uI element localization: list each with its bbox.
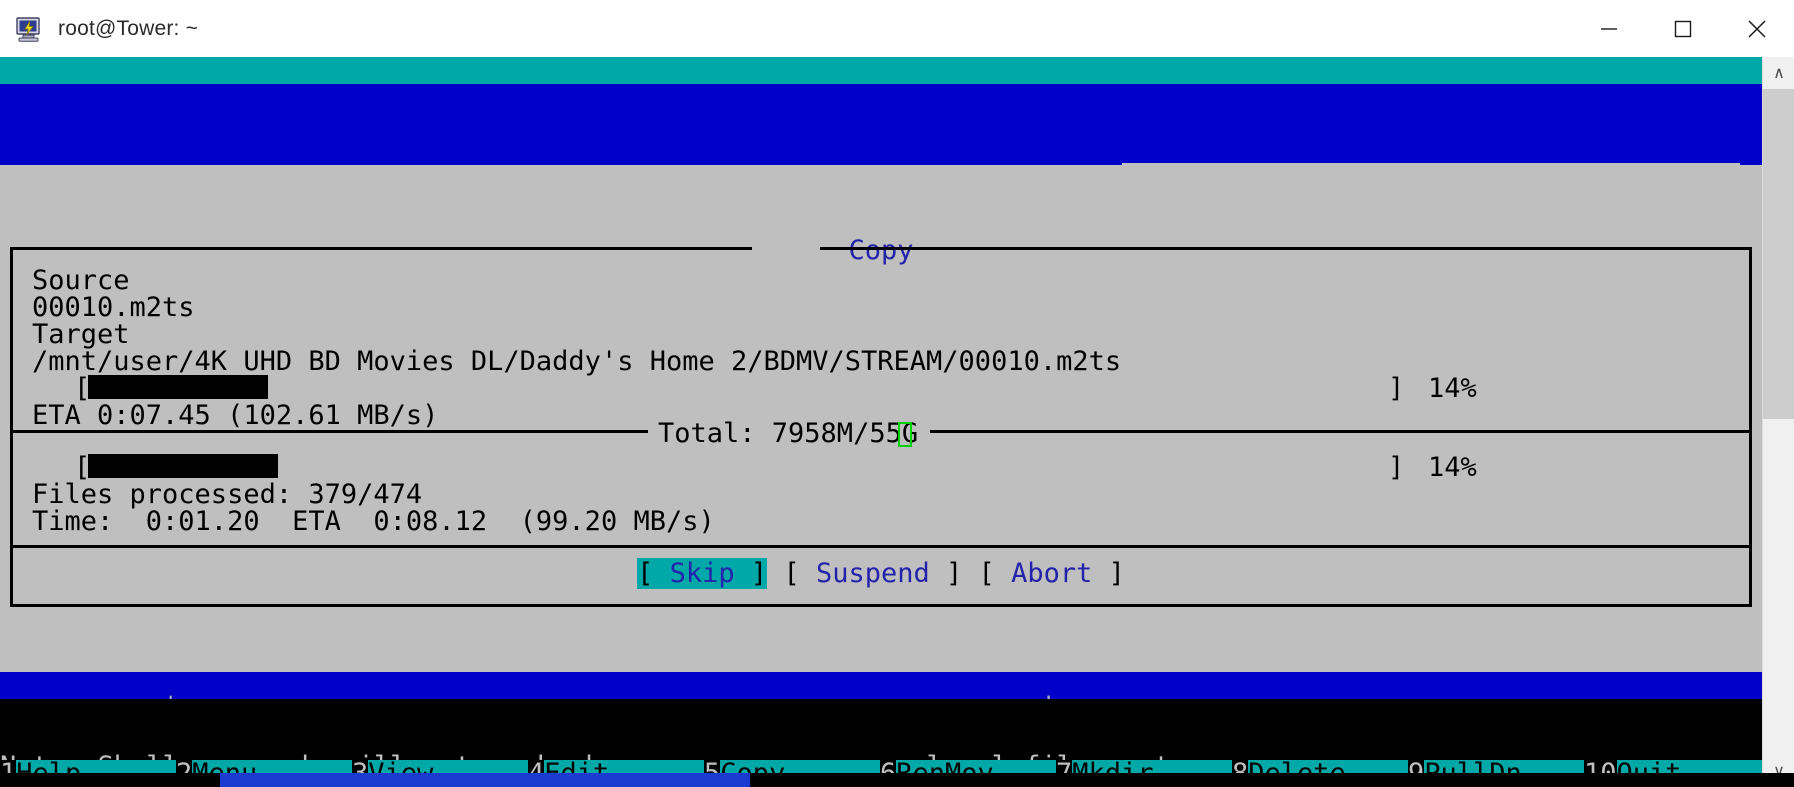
scroll-up-arrow-icon[interactable]: ∧ [1763, 57, 1794, 89]
taskbar-segment-a [0, 773, 220, 787]
file-progress-percent: 14% [1428, 373, 1477, 404]
source-value: 00010.m2ts [32, 292, 195, 323]
scrollbar-thumb[interactable] [1763, 89, 1794, 419]
panel-left-freespace: └──────────────────────────────────── 30… [0, 672, 1057, 726]
file-progress-close-bracket: ] [1388, 373, 1405, 404]
panel-right-pathbar[interactable]: ┌<-/mnt/remotes/TS859_4K UHD BD Movies D… [878, 138, 1762, 194]
app-window: root@Tower: ~ LeftFileCommandOptionsRigh… [0, 0, 1794, 787]
suspend-button[interactable]: [ Suspend ] [783, 558, 962, 589]
dialog-top-border-right [820, 247, 1752, 250]
taskbar-segment-c [750, 773, 1794, 787]
file-eta: ETA 0:07.45 (102.61 MB/s) [32, 400, 439, 431]
panel-left[interactable]: ┌<-/mnt/user/4K UHD BD Movies DL ───────… [0, 84, 1057, 354]
mc-screen: LeftFileCommandOptionsRight ┌<-/mnt/user… [0, 57, 1762, 787]
total-progress-close-bracket: ] [1388, 452, 1405, 483]
panel-right[interactable]: ┌<-/mnt/remotes/TS859_4K UHD BD Movies D… [878, 84, 1762, 354]
total-progress-percent: 14% [1428, 452, 1477, 483]
abort-button-open: [ [978, 558, 1012, 589]
buttons-separator [10, 545, 1752, 548]
total-separator-left [10, 430, 648, 433]
desktop-taskbar-edge [0, 773, 1794, 787]
taskbar-segment-b [220, 773, 750, 787]
files-processed: Files processed: 379/474 [32, 479, 423, 510]
dialog-border-right [1749, 247, 1752, 607]
shell-output[interactable]: Note: Shell commands will not work when … [0, 699, 1762, 780]
mc-panels: ┌<-/mnt/user/4K UHD BD Movies DL ───────… [0, 84, 1762, 354]
close-button[interactable] [1720, 0, 1794, 57]
abort-button[interactable]: [ Abort ] [979, 558, 1125, 589]
suspend-button-label: Suspend [815, 558, 930, 589]
abort-button-close: ] [1092, 558, 1125, 589]
total-progress-fill [88, 454, 278, 478]
skip-button-label: Skip [669, 558, 735, 589]
terminal-area[interactable]: LeftFileCommandOptionsRight ┌<-/mnt/user… [0, 57, 1794, 787]
skip-button-open: [ [637, 558, 670, 589]
dialog-button-row: [ Skip ] [ Suspend ] [ Abort ] [0, 558, 1762, 589]
abort-button-label: Abort [1011, 558, 1093, 589]
skip-button-close: ] [734, 558, 768, 589]
window-titlebar: root@Tower: ~ [0, 0, 1794, 57]
suspend-button-open: [ [783, 558, 816, 589]
dialog-bottom-border [10, 604, 1752, 607]
copy-progress-dialog: Copy Source 00010.m2ts Target /mnt/user/… [0, 165, 1762, 672]
panel-freespace-bars: └──────────────────────────────────── 30… [0, 672, 1762, 726]
target-value: /mnt/user/4K UHD BD Movies DL/Daddy's Ho… [32, 346, 1122, 377]
panel-right-freespace: └──────────────────────────────────── 36… [878, 672, 1762, 726]
suspend-button-close: ] [929, 558, 963, 589]
skip-button[interactable]: [ Skip ] [637, 558, 768, 589]
total-label: Total: 7958M/55G [658, 418, 919, 449]
window-scrollbar[interactable]: ∧ ∨ [1762, 57, 1794, 787]
mc-menubar: LeftFileCommandOptionsRight [0, 57, 1762, 111]
total-separator-right [930, 430, 1752, 433]
total-cursor-block [898, 420, 912, 447]
dialog-border-left [10, 247, 13, 607]
dialog-title: Copy [848, 235, 914, 266]
panel-left-pathbar[interactable]: ┌<-/mnt/user/4K UHD BD Movies DL ───────… [0, 138, 1057, 192]
maximize-button[interactable] [1646, 0, 1720, 57]
minimize-button[interactable] [1572, 0, 1646, 57]
source-label: Source [32, 265, 130, 296]
terminal-app-icon [14, 14, 44, 44]
file-progress-fill [88, 375, 268, 399]
target-label: Target [32, 319, 130, 350]
window-title: root@Tower: ~ [58, 16, 199, 40]
time-eta-line: Time: 0:01.20 ETA 0:08.12 (99.20 MB/s) [32, 506, 715, 537]
